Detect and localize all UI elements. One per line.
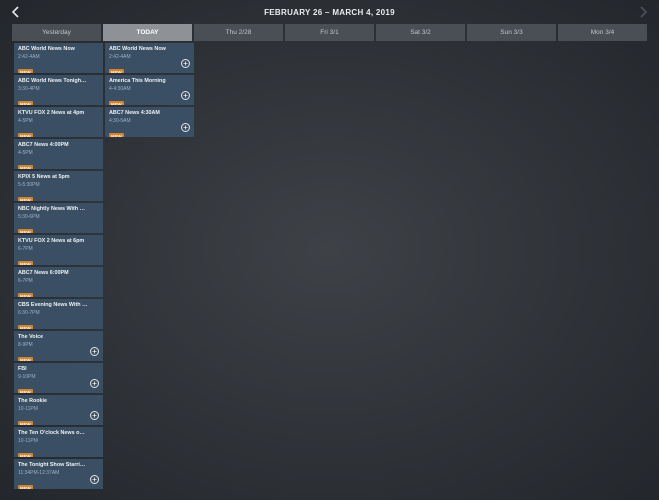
program-card[interactable]: KTVU FOX 2 News at 6pm 6-7PM NEW [14,235,103,265]
program-card[interactable]: The Rookie 10-11PM NEW [14,395,103,425]
record-plus-icon[interactable] [181,59,190,68]
program-card[interactable]: The Ten O'clock News on KTVU... 10-11PM NE… [14,427,103,457]
new-badge: NEW [18,261,33,265]
tab-mon[interactable]: Mon 3/4 [558,24,647,41]
program-card[interactable]: FBI 9-10PM NEW [14,363,103,393]
program-time: 6-7PM [18,278,33,284]
tab-fri[interactable]: Fri 3/1 [285,24,374,41]
new-badge: NEW [18,325,33,329]
tab-sat[interactable]: Sat 3/2 [376,24,465,41]
program-time: 2:42-4AM [18,54,40,60]
program-card[interactable]: ABC World News Now 2:42-4AM NEW [14,43,103,73]
program-card[interactable]: ABC7 News 4:30AM 4:30-5AM NEW [105,107,194,137]
new-badge: NEW [18,69,33,73]
program-title: ABC World News Now [109,46,166,52]
program-title: CBS Evening News With Jeff Glor [18,302,88,308]
program-title: America This Morning [109,78,166,84]
program-card[interactable]: The Tonight Show Starring Jim... 11:34PM-… [14,459,103,489]
program-card[interactable]: ABC World News Tonight With ... 3:30-4PM N… [14,75,103,105]
program-card[interactable]: KPIX 5 News at 5pm 5-5:30PM NEW [14,171,103,201]
day-tabs: Yesterday TODAY Thu 2/28 Fri 3/1 Sat 3/2… [12,24,647,41]
record-plus-icon[interactable] [90,347,99,356]
program-title: The Rookie [18,398,48,404]
program-title: FBI [18,366,27,372]
program-card[interactable]: CBS Evening News With Jeff Glor 6:30-7PM N… [14,299,103,329]
program-time: 6-7PM [18,246,33,252]
program-card[interactable]: KTVU FOX 2 News at 4pm 4-5PM NEW [14,107,103,137]
program-time: 3:30-4PM [18,86,40,92]
new-badge: NEW [18,421,33,425]
program-title: KTVU FOX 2 News at 4pm [18,110,85,116]
program-card[interactable]: The Voice 8-9PM NEW [14,331,103,361]
program-time: 10-11PM [18,438,38,444]
program-time: 2:42-4AM [109,54,131,60]
yesterday-column: ABC World News Now 2:42-4AM NEW ABC World N… [14,43,103,489]
program-time: 8-9PM [18,342,33,348]
program-time: 5-5:30PM [18,182,40,188]
tab-sun[interactable]: Sun 3/3 [467,24,556,41]
program-time: 4-4:30AM [109,86,131,92]
program-time: 4:30-5AM [109,118,131,124]
chevron-right-icon [635,4,651,20]
new-badge: NEW [109,101,124,105]
date-range-title: FEBRUARY 26 – MARCH 4, 2019 [264,8,395,17]
program-card[interactable]: ABC7 News 6:00PM 6-7PM NEW [14,267,103,297]
new-badge: NEW [18,101,33,105]
program-card[interactable]: NBC Nightly News With Lester... 5:30-6PM N… [14,203,103,233]
new-badge: NEW [18,165,33,169]
program-title: NBC Nightly News With Lester... [18,206,88,212]
new-badge: NEW [109,133,124,137]
program-time: 9-10PM [18,374,36,380]
new-badge: NEW [18,453,33,457]
tab-today[interactable]: TODAY [103,24,192,41]
program-title: ABC7 News 4:00PM [18,142,69,148]
program-time: 4-5PM [18,150,33,156]
new-badge: NEW [18,293,33,297]
program-card[interactable]: ABC7 News 4:00PM 4-5PM NEW [14,139,103,169]
program-title: ABC World News Now [18,46,75,52]
new-badge: NEW [18,229,33,233]
program-title: KTVU FOX 2 News at 6pm [18,238,85,244]
program-title: KPIX 5 News at 5pm [18,174,70,180]
record-plus-icon[interactable] [90,475,99,484]
program-title: ABC World News Tonight With ... [18,78,88,84]
new-badge: NEW [109,69,124,73]
new-badge: NEW [18,485,33,489]
record-plus-icon[interactable] [181,123,190,132]
program-card[interactable]: America This Morning 4-4:30AM NEW [105,75,194,105]
new-badge: NEW [18,389,33,393]
program-time: 6:30-7PM [18,310,40,316]
program-title: The Voice [18,334,44,340]
program-title: The Tonight Show Starring Jim... [18,462,88,468]
program-title: ABC7 News 4:30AM [109,110,160,116]
program-time: 4-5PM [18,118,33,124]
tab-yesterday[interactable]: Yesterday [12,24,101,41]
new-badge: NEW [18,357,33,361]
new-badge: NEW [18,133,33,137]
tab-thu[interactable]: Thu 2/28 [194,24,283,41]
top-bar: FEBRUARY 26 – MARCH 4, 2019 [0,0,659,26]
new-badge: NEW [18,197,33,201]
program-card[interactable]: ABC World News Now 2:42-4AM NEW [105,43,194,73]
today-column: ABC World News Now 2:42-4AM NEW America Thi… [105,43,194,137]
record-plus-icon[interactable] [90,379,99,388]
program-time: 10-11PM [18,406,38,412]
program-title: ABC7 News 6:00PM [18,270,69,276]
program-title: The Ten O'clock News on KTVU... [18,430,88,436]
record-plus-icon[interactable] [90,411,99,420]
program-time: 5:30-6PM [18,214,40,220]
program-time: 11:34PM-12:37AM [18,470,60,476]
record-plus-icon[interactable] [181,91,190,100]
